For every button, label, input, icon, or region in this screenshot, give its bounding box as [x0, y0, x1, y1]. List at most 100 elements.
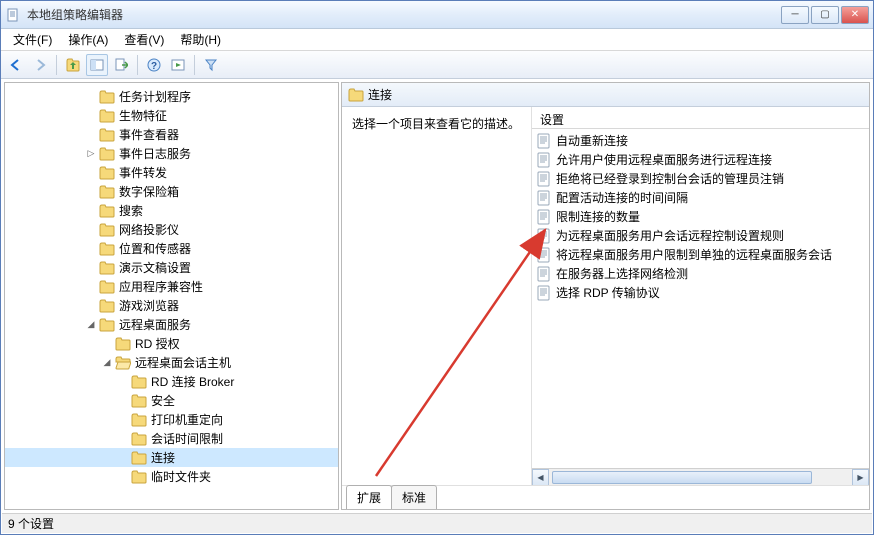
tree-label: 事件转发: [119, 164, 167, 181]
maximize-button[interactable]: ▢: [811, 6, 839, 24]
back-button[interactable]: [5, 54, 27, 76]
forward-button[interactable]: [29, 54, 51, 76]
tab-standard[interactable]: 标准: [391, 485, 437, 510]
detail-pane: 连接 选择一个项目来查看它的描述。 设置 自动重新连接允许用户使用远程桌面服务进…: [341, 82, 870, 510]
tree-node[interactable]: 网络投影仪: [5, 220, 338, 239]
scroll-right-arrow[interactable]: ▶: [852, 469, 869, 485]
tree-node[interactable]: 游戏浏览器: [5, 296, 338, 315]
tree-node[interactable]: 搜索: [5, 201, 338, 220]
tab-extended[interactable]: 扩展: [346, 485, 392, 510]
policy-item[interactable]: 允许用户使用远程桌面服务进行远程连接: [532, 150, 869, 169]
tree-node[interactable]: 会话时间限制: [5, 429, 338, 448]
play-button[interactable]: [167, 54, 189, 76]
tree-label: 生物特征: [119, 107, 167, 124]
folder-icon: [131, 413, 147, 427]
menu-action[interactable]: 操作(A): [60, 28, 116, 51]
show-tree-button[interactable]: [86, 54, 108, 76]
horizontal-scrollbar[interactable]: ◀ ▶: [532, 468, 869, 485]
toggle-placeholder: [85, 167, 97, 179]
menubar: 文件(F) 操作(A) 查看(V) 帮助(H): [1, 29, 873, 51]
tree-node[interactable]: ◢ 远程桌面服务: [5, 315, 338, 334]
description-text: 选择一个项目来查看它的描述。: [352, 117, 520, 131]
policy-item[interactable]: 在服务器上选择网络检测: [532, 264, 869, 283]
folder-icon: [131, 470, 147, 484]
tree-label: RD 连接 Broker: [151, 373, 234, 390]
policy-label: 为远程桌面服务用户会话远程控制设置规则: [556, 227, 784, 244]
tree-label: 游戏浏览器: [119, 297, 179, 314]
policy-item[interactable]: 为远程桌面服务用户会话远程控制设置规则: [532, 226, 869, 245]
collapse-icon[interactable]: ◢: [101, 357, 113, 369]
policy-icon: [536, 228, 552, 244]
tree-node[interactable]: 生物特征: [5, 106, 338, 125]
toolbar-separator: [137, 55, 138, 75]
tree-node[interactable]: 演示文稿设置: [5, 258, 338, 277]
menu-file[interactable]: 文件(F): [5, 28, 60, 51]
policy-label: 自动重新连接: [556, 132, 628, 149]
folder-icon: [99, 147, 115, 161]
policy-icon: [536, 152, 552, 168]
tree-label: 任务计划程序: [119, 88, 191, 105]
policy-icon: [536, 247, 552, 263]
policy-list: 自动重新连接允许用户使用远程桌面服务进行远程连接拒绝将已经登录到控制台会话的管理…: [532, 129, 869, 468]
expand-icon[interactable]: ▷: [85, 148, 97, 160]
up-button[interactable]: [62, 54, 84, 76]
minimize-button[interactable]: ─: [781, 6, 809, 24]
tree-pane[interactable]: 任务计划程序生物特征事件查看器 ▷ 事件日志服务事件转发数字保险箱搜索网络投影仪位置…: [4, 82, 339, 510]
description-column: 选择一个项目来查看它的描述。: [342, 107, 532, 485]
policy-item[interactable]: 选择 RDP 传输协议: [532, 283, 869, 302]
folder-icon: [131, 432, 147, 446]
tree-node[interactable]: 应用程序兼容性: [5, 277, 338, 296]
folder-icon: [131, 394, 147, 408]
folder-icon: [99, 128, 115, 142]
filter-button[interactable]: [200, 54, 222, 76]
tree-node[interactable]: 事件查看器: [5, 125, 338, 144]
tree-node[interactable]: 数字保险箱: [5, 182, 338, 201]
menu-help[interactable]: 帮助(H): [172, 28, 229, 51]
tree-label: 网络投影仪: [119, 221, 179, 238]
close-button[interactable]: ✕: [841, 6, 869, 24]
toggle-placeholder: [85, 91, 97, 103]
tree-node[interactable]: 安全: [5, 391, 338, 410]
policy-label: 在服务器上选择网络检测: [556, 265, 688, 282]
tree-node[interactable]: 任务计划程序: [5, 87, 338, 106]
tree-node[interactable]: ▷ 事件日志服务: [5, 144, 338, 163]
tree-node[interactable]: 连接: [5, 448, 338, 467]
tree-node[interactable]: ◢ 远程桌面会话主机: [5, 353, 338, 372]
collapse-icon[interactable]: ◢: [85, 319, 97, 331]
toggle-placeholder: [85, 224, 97, 236]
scroll-thumb[interactable]: [552, 471, 812, 484]
tree-label: 远程桌面服务: [119, 316, 191, 333]
tree-node[interactable]: RD 授权: [5, 334, 338, 353]
help-button[interactable]: ?: [143, 54, 165, 76]
folder-icon: [99, 280, 115, 294]
policy-item[interactable]: 将远程桌面服务用户限制到单独的远程桌面服务会话: [532, 245, 869, 264]
tree-node[interactable]: 打印机重定向: [5, 410, 338, 429]
folder-icon: [99, 109, 115, 123]
policy-label: 将远程桌面服务用户限制到单独的远程桌面服务会话: [556, 246, 832, 263]
titlebar: 本地组策略编辑器 ─ ▢ ✕: [1, 1, 873, 29]
toggle-placeholder: [117, 433, 129, 445]
export-button[interactable]: [110, 54, 132, 76]
folder-icon: [115, 337, 131, 351]
policy-item[interactable]: 拒绝将已经登录到控制台会话的管理员注销: [532, 169, 869, 188]
settings-header[interactable]: 设置: [532, 107, 869, 129]
menu-view[interactable]: 查看(V): [116, 28, 172, 51]
scroll-left-arrow[interactable]: ◀: [532, 469, 549, 485]
tree-label: 远程桌面会话主机: [135, 354, 231, 371]
tree-node[interactable]: 事件转发: [5, 163, 338, 182]
policy-item[interactable]: 配置活动连接的时间间隔: [532, 188, 869, 207]
toggle-placeholder: [85, 262, 97, 274]
policy-item[interactable]: 自动重新连接: [532, 131, 869, 150]
toggle-placeholder: [85, 110, 97, 122]
app-window: 本地组策略编辑器 ─ ▢ ✕ 文件(F) 操作(A) 查看(V) 帮助(H): [0, 0, 874, 535]
policy-icon: [536, 285, 552, 301]
tree-node[interactable]: 位置和传感器: [5, 239, 338, 258]
content: 任务计划程序生物特征事件查看器 ▷ 事件日志服务事件转发数字保险箱搜索网络投影仪位置…: [2, 80, 872, 512]
tree-label: 打印机重定向: [151, 411, 223, 428]
detail-title: 连接: [368, 86, 392, 103]
toggle-placeholder: [117, 395, 129, 407]
policy-item[interactable]: 限制连接的数量: [532, 207, 869, 226]
tree-node[interactable]: RD 连接 Broker: [5, 372, 338, 391]
tree-node[interactable]: 临时文件夹: [5, 467, 338, 486]
tree-label: 事件日志服务: [119, 145, 191, 162]
